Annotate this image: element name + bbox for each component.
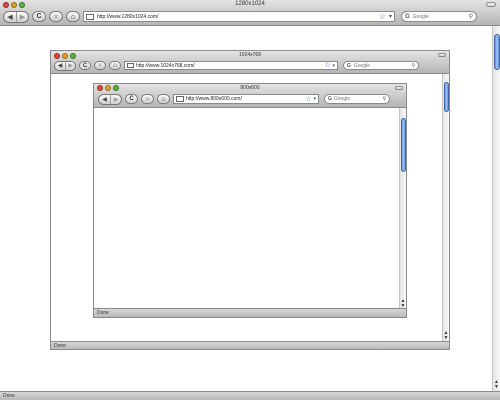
site-page-icon: [86, 13, 94, 20]
google-search-engine-icon[interactable]: G: [328, 96, 332, 102]
middle-url-text: http://www.1024x768.com/: [136, 62, 195, 69]
inner-browser-window: 800x600 ◀ ▶ C ✕ ⌂ http://www.800x600.com…: [93, 83, 407, 318]
bookmark-star-icon[interactable]: ☆: [379, 12, 386, 21]
forward-arrow-icon[interactable]: ▶: [16, 11, 28, 22]
outer-window-title: 1280x1024: [235, 1, 265, 7]
middle-scroll-thumb[interactable]: [444, 82, 449, 112]
reload-icon[interactable]: C: [32, 11, 46, 22]
back-arrow-icon[interactable]: ◀: [99, 95, 110, 104]
outer-scroll-down-arrow[interactable]: ▼: [493, 385, 500, 390]
toolbar-toggle-button[interactable]: [438, 53, 446, 57]
inner-search-field[interactable]: G Google ⚲: [324, 94, 390, 104]
magnifier-icon: ⚲: [411, 62, 415, 69]
outer-scroll-thumb[interactable]: [494, 34, 500, 70]
toolbar-toggle-button[interactable]: [486, 2, 496, 7]
middle-address-bar[interactable]: http://www.1024x768.com/ ☆ ▾: [124, 61, 338, 70]
forward-arrow-icon[interactable]: ▶: [65, 61, 75, 70]
middle-status-bar: Done: [51, 341, 449, 349]
outer-back-forward-group: ◀ ▶: [3, 10, 29, 23]
bookmark-star-icon[interactable]: ☆: [305, 96, 311, 103]
middle-back-forward-group: ◀ ▶: [54, 60, 76, 71]
inner-window-title: 800x600: [240, 85, 260, 91]
reload-icon[interactable]: C: [79, 61, 91, 70]
inner-address-bar[interactable]: http://www.800x600.com/ ☆ ▾: [173, 94, 319, 104]
back-arrow-icon[interactable]: ◀: [4, 12, 16, 22]
middle-status-text: Done: [54, 343, 66, 349]
outer-vertical-scrollbar[interactable]: ▲ ▼: [492, 26, 500, 391]
outer-search-field[interactable]: G Google ⚲: [401, 11, 477, 22]
inner-status-text: Done: [97, 310, 109, 316]
middle-nav-toolbar: ◀ ▶ C ✕ ⌂ http://www.1024x768.com/ ☆ ▾ G…: [51, 60, 449, 71]
site-page-icon: [176, 96, 184, 102]
inner-toolbar-area: 800x600 ◀ ▶ C ✕ ⌂ http://www.800x600.com…: [94, 84, 406, 108]
home-icon[interactable]: ⌂: [157, 94, 170, 104]
back-arrow-icon[interactable]: ◀: [55, 62, 65, 70]
reload-icon[interactable]: C: [125, 94, 138, 104]
inner-search-placeholder: Google: [333, 96, 351, 102]
url-history-caret-icon[interactable]: ▾: [313, 96, 316, 102]
outer-search-placeholder: Google: [412, 13, 429, 20]
google-search-engine-icon[interactable]: G: [405, 14, 410, 20]
inner-back-forward-group: ◀ ▶: [98, 93, 122, 105]
middle-search-placeholder: Google: [353, 62, 371, 69]
google-search-engine-icon[interactable]: G: [347, 63, 351, 69]
outer-address-bar[interactable]: http://www.1280x1024.com/ ☆ ▾: [83, 11, 395, 22]
home-icon[interactable]: ⌂: [109, 61, 121, 70]
inner-status-bar: Done: [94, 308, 406, 317]
url-history-caret-icon[interactable]: ▾: [332, 63, 335, 69]
outer-nav-toolbar: ◀ ▶ C ✕ ⌂ http://www.1280x1024.com/ ☆ ▾ …: [0, 10, 500, 23]
inner-nav-toolbar: ◀ ▶ C ✕ ⌂ http://www.800x600.com/ ☆ ▾ G …: [94, 93, 406, 105]
home-icon[interactable]: ⌂: [66, 11, 80, 22]
forward-arrow-icon[interactable]: ▶: [110, 94, 121, 104]
magnifier-icon: ⚲: [468, 14, 473, 20]
inner-page-content: [94, 108, 399, 310]
inner-vertical-scrollbar[interactable]: ▲ ▼: [399, 108, 406, 310]
outer-toolbar-area: 1280x1024 ◀ ▶ C ✕ ⌂ http://www.1280x1024…: [0, 0, 500, 26]
stop-icon[interactable]: ✕: [49, 11, 63, 22]
bookmark-star-icon[interactable]: ☆: [324, 62, 330, 69]
outer-url-text: http://www.1280x1024.com/: [97, 13, 159, 20]
stop-icon[interactable]: ✕: [94, 61, 106, 70]
middle-window-title: 1024x768: [239, 52, 261, 58]
middle-vertical-scrollbar[interactable]: ▲ ▼: [442, 74, 449, 342]
inner-url-text: http://www.800x600.com/: [186, 96, 242, 102]
url-history-caret-icon[interactable]: ▾: [389, 13, 392, 20]
magnifier-icon: ⚲: [382, 96, 386, 102]
outer-status-text: Done: [3, 393, 15, 399]
site-page-icon: [127, 63, 134, 68]
middle-toolbar-area: 1024x768 ◀ ▶ C ✕ ⌂ http://www.1024x768.c…: [51, 51, 449, 74]
toolbar-toggle-button[interactable]: [395, 86, 403, 90]
middle-search-field[interactable]: G Google ⚲: [343, 61, 419, 70]
stop-icon[interactable]: ✕: [141, 94, 154, 104]
outer-status-bar: Done: [0, 391, 500, 400]
inner-scroll-thumb[interactable]: [401, 118, 406, 172]
